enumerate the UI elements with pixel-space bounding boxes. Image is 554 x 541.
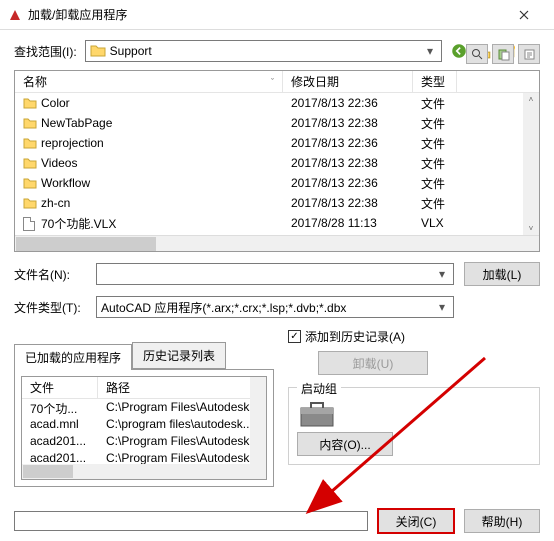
- window-title: 加载/卸载应用程序: [28, 6, 502, 23]
- file-row[interactable]: Workflow2017/8/13 22:36文件: [15, 173, 539, 193]
- app-icon: [8, 8, 22, 22]
- folder-icon: [90, 43, 106, 59]
- file-row[interactable]: Videos2017/8/13 22:38文件: [15, 153, 539, 173]
- loaded-row[interactable]: acad.mnlC:\program files\autodesk...: [22, 416, 266, 433]
- sort-icon: ˇ: [271, 77, 274, 87]
- chevron-down-icon: ▾: [435, 300, 449, 314]
- filetype-label: 文件类型(T):: [14, 299, 86, 316]
- mini-vscroll[interactable]: [250, 377, 266, 479]
- filename-label: 文件名(N):: [14, 266, 86, 283]
- file-list: 名称ˇ 修改日期 类型 Color2017/8/13 22:36文件NewTab…: [14, 70, 540, 252]
- paste-button[interactable]: [492, 44, 514, 64]
- column-name[interactable]: 名称ˇ: [15, 71, 283, 92]
- checkbox-icon: ✓: [288, 330, 301, 343]
- folder-icon: [23, 197, 37, 209]
- mini-col-path[interactable]: 路径: [98, 377, 266, 398]
- unload-button: 卸载(U): [318, 351, 428, 375]
- mini-hscroll[interactable]: [22, 464, 250, 479]
- column-type[interactable]: 类型: [413, 71, 457, 92]
- filename-input[interactable]: ▾: [96, 263, 454, 285]
- titlebar: 加载/卸载应用程序: [0, 0, 554, 30]
- file-list-header: 名称ˇ 修改日期 类型: [15, 71, 539, 93]
- loaded-row[interactable]: 70个功...C:\Program Files\Autodesk...: [22, 399, 266, 416]
- look-in-value: Support: [110, 44, 423, 58]
- folder-icon: [23, 117, 37, 129]
- file-icon: [23, 217, 37, 229]
- folder-icon: [23, 157, 37, 169]
- loaded-apps-panel: 文件 路径 70个功...C:\Program Files\Autodesk..…: [14, 369, 274, 487]
- mini-col-file[interactable]: 文件: [22, 377, 98, 398]
- look-in-label: 查找范围(I):: [14, 43, 77, 60]
- status-field: [14, 511, 368, 531]
- filetype-combo[interactable]: AutoCAD 应用程序(*.arx;*.crx;*.lsp;*.dvb;*.d…: [96, 296, 454, 318]
- folder-icon: [23, 177, 37, 189]
- tab-history[interactable]: 历史记录列表: [132, 342, 226, 369]
- load-button[interactable]: 加载(L): [464, 262, 540, 286]
- file-row[interactable]: zh-cn2017/8/13 22:38文件: [15, 193, 539, 213]
- folder-icon: [23, 97, 37, 109]
- properties-button[interactable]: [518, 44, 540, 64]
- hscrollbar[interactable]: [15, 235, 539, 251]
- file-row[interactable]: 70个功能.VLX2017/8/28 11:13VLX: [15, 213, 539, 233]
- briefcase-icon: [297, 400, 337, 428]
- look-in-combo[interactable]: Support ▾: [85, 40, 442, 62]
- startup-group: 启动组 内容(O)...: [288, 387, 540, 465]
- chevron-down-icon: ▾: [423, 44, 437, 58]
- search-button[interactable]: [466, 44, 488, 64]
- help-button[interactable]: 帮助(H): [464, 509, 540, 533]
- startup-group-title: 启动组: [297, 380, 341, 397]
- file-row[interactable]: NewTabPage2017/8/13 22:38文件: [15, 113, 539, 133]
- file-row[interactable]: Color2017/8/13 22:36文件: [15, 93, 539, 113]
- column-modified[interactable]: 修改日期: [283, 71, 413, 92]
- close-window-icon[interactable]: [502, 0, 546, 30]
- loaded-row[interactable]: acad201...C:\Program Files\Autodesk...: [22, 433, 266, 450]
- file-row[interactable]: reprojection2017/8/13 22:36文件: [15, 133, 539, 153]
- content-button[interactable]: 内容(O)...: [297, 432, 393, 456]
- close-button[interactable]: 关闭(C): [378, 509, 454, 533]
- vscrollbar[interactable]: ˄˅: [523, 93, 539, 235]
- folder-icon: [23, 137, 37, 149]
- chevron-down-icon: ▾: [435, 267, 449, 281]
- add-to-history-checkbox[interactable]: ✓ 添加到历史记录(A): [288, 328, 540, 345]
- tab-loaded[interactable]: 已加载的应用程序: [14, 344, 132, 370]
